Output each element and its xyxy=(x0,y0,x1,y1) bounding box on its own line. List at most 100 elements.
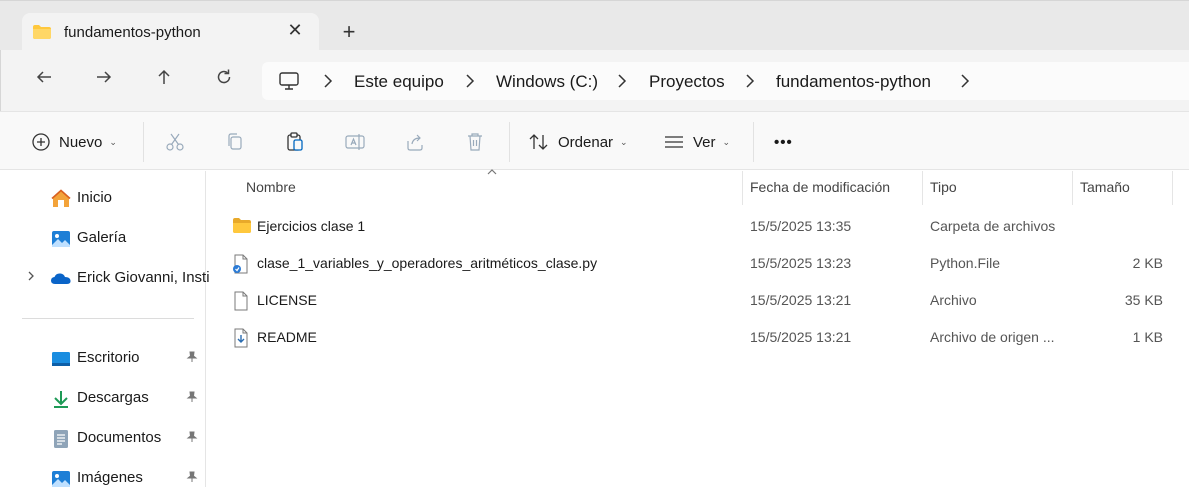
chevron-right-icon[interactable] xyxy=(616,73,628,89)
address-bar[interactable]: Este equipo Windows (C:) Proyectos funda… xyxy=(262,62,1189,100)
column-divider[interactable] xyxy=(1072,171,1073,205)
breadcrumb-proyectos[interactable]: Proyectos xyxy=(649,72,725,92)
scissors-icon xyxy=(166,133,184,151)
refresh-button[interactable] xyxy=(211,68,237,94)
share-button[interactable] xyxy=(404,131,426,153)
chevron-right-icon[interactable] xyxy=(322,73,334,89)
documents-icon xyxy=(50,428,72,450)
sidebar-item-escritorio[interactable]: Escritorio xyxy=(0,343,206,373)
breadcrumb-este-equipo[interactable]: Este equipo xyxy=(354,72,444,92)
download-icon xyxy=(50,388,72,410)
readme-file-icon xyxy=(232,328,250,348)
sidebar-item-galeria[interactable]: Galería xyxy=(0,223,206,253)
file-size: 1 KB xyxy=(1132,329,1163,345)
column-header-size[interactable]: Tamaño xyxy=(1080,179,1130,195)
folder-icon xyxy=(32,24,52,43)
chevron-right-icon[interactable] xyxy=(959,73,971,89)
tab-fundamentos-python[interactable]: fundamentos-python ✕ xyxy=(22,13,319,51)
navigation-pane: Inicio Galería Erick Giovanni, Insti Esc… xyxy=(0,171,210,487)
chevron-right-icon[interactable] xyxy=(464,73,476,89)
navigation-bar: Este equipo Windows (C:) Proyectos funda… xyxy=(0,50,1189,111)
paste-button[interactable] xyxy=(284,131,306,153)
clipboard-icon xyxy=(287,132,303,151)
file-list: Nombre Fecha de modificación Tipo Tamaño… xyxy=(207,169,1189,487)
view-label: Ver xyxy=(693,133,716,151)
sidebar-item-documentos[interactable]: Documentos xyxy=(0,423,206,453)
rename-button[interactable] xyxy=(344,131,366,153)
file-modified: 15/5/2025 13:21 xyxy=(750,329,852,345)
pin-icon[interactable] xyxy=(186,351,198,366)
cut-button[interactable] xyxy=(164,131,186,153)
breadcrumb-fundamentos-python[interactable]: fundamentos-python xyxy=(776,72,931,92)
breadcrumb-windows-c[interactable]: Windows (C:) xyxy=(496,72,598,92)
sidebar-item-inicio[interactable]: Inicio xyxy=(0,183,206,213)
file-size: 35 KB xyxy=(1124,292,1163,308)
file-row[interactable]: Ejercicios clase 1 15/5/2025 13:35 Carpe… xyxy=(207,209,1189,243)
column-header-type[interactable]: Tipo xyxy=(930,179,957,195)
column-divider[interactable] xyxy=(922,171,923,205)
arrow-up-icon xyxy=(158,69,170,84)
sidebar-item-label: Imágenes xyxy=(77,469,143,486)
delete-button[interactable] xyxy=(464,131,486,153)
arrow-right-icon xyxy=(97,71,112,83)
forward-button[interactable] xyxy=(91,68,117,94)
file-type: Archivo xyxy=(930,292,977,308)
chevron-right-icon[interactable] xyxy=(26,270,36,285)
sidebar-item-label: Escritorio xyxy=(77,349,140,366)
up-button[interactable] xyxy=(151,68,177,94)
gallery-icon xyxy=(50,228,72,250)
sidebar-item-descargas[interactable]: Descargas xyxy=(0,383,206,413)
pin-icon[interactable] xyxy=(186,391,198,406)
file-type: Carpeta de archivos xyxy=(930,218,1056,234)
arrow-left-icon xyxy=(36,71,51,83)
share-icon xyxy=(407,134,423,151)
file-name: README xyxy=(257,329,317,345)
file-row[interactable]: clase_1_variables_y_operadores_aritmétic… xyxy=(207,246,1189,280)
command-bar: Nuevo ⌄ Ordenar ⌄ Ver ⌄ ••• xyxy=(0,111,1189,170)
divider xyxy=(143,122,144,162)
list-view-icon xyxy=(665,136,683,148)
sidebar-item-imagenes[interactable]: Imágenes xyxy=(0,463,206,487)
file-modified: 15/5/2025 13:21 xyxy=(750,292,852,308)
column-header-name[interactable]: Nombre xyxy=(246,179,296,195)
column-divider[interactable] xyxy=(742,171,743,205)
column-divider[interactable] xyxy=(1172,171,1173,205)
column-header-modified[interactable]: Fecha de modificación xyxy=(750,179,890,195)
pin-icon[interactable] xyxy=(186,471,198,486)
sort-icon xyxy=(529,134,548,150)
sidebar-item-label: Galería xyxy=(77,229,127,246)
close-tab-icon[interactable]: ✕ xyxy=(285,20,305,40)
back-button[interactable] xyxy=(31,68,57,94)
this-pc-icon xyxy=(278,71,300,94)
sidebar-item-label: Inicio xyxy=(77,189,113,206)
sidebar-item-onedrive[interactable]: Erick Giovanni, Insti xyxy=(0,263,210,293)
sort-label: Ordenar xyxy=(558,133,614,151)
file-name: clase_1_variables_y_operadores_aritmétic… xyxy=(257,255,598,271)
folder-icon xyxy=(232,217,251,235)
sort-button[interactable]: Ordenar ⌄ xyxy=(528,131,628,153)
copy-button[interactable] xyxy=(224,131,246,153)
refresh-icon xyxy=(217,69,231,84)
file-row[interactable]: README 15/5/2025 13:21 Archivo de origen… xyxy=(207,320,1189,354)
home-icon xyxy=(50,188,72,210)
chevron-right-icon[interactable] xyxy=(744,73,756,89)
file-modified: 15/5/2025 13:35 xyxy=(750,218,852,234)
more-options-button[interactable]: ••• xyxy=(774,131,793,153)
tab-strip: fundamentos-python ✕ + xyxy=(0,0,1189,51)
rename-icon xyxy=(345,134,365,150)
file-type: Archivo de origen ... xyxy=(930,329,1055,345)
pin-icon[interactable] xyxy=(186,431,198,446)
new-tab-button[interactable]: + xyxy=(337,20,361,44)
trash-icon xyxy=(468,133,482,151)
chevron-down-icon: ⌄ xyxy=(109,136,117,147)
new-button[interactable]: Nuevo ⌄ xyxy=(31,131,117,153)
copy-icon xyxy=(228,133,242,150)
divider xyxy=(509,122,510,162)
file-size: 2 KB xyxy=(1132,255,1163,271)
divider xyxy=(753,122,754,162)
new-label: Nuevo xyxy=(59,133,103,151)
file-row[interactable]: LICENSE 15/5/2025 13:21 Archivo 35 KB xyxy=(207,283,1189,317)
view-button[interactable]: Ver ⌄ xyxy=(663,131,730,153)
sidebar-item-label: Descargas xyxy=(77,389,149,406)
chevron-down-icon: ⌄ xyxy=(620,136,628,147)
